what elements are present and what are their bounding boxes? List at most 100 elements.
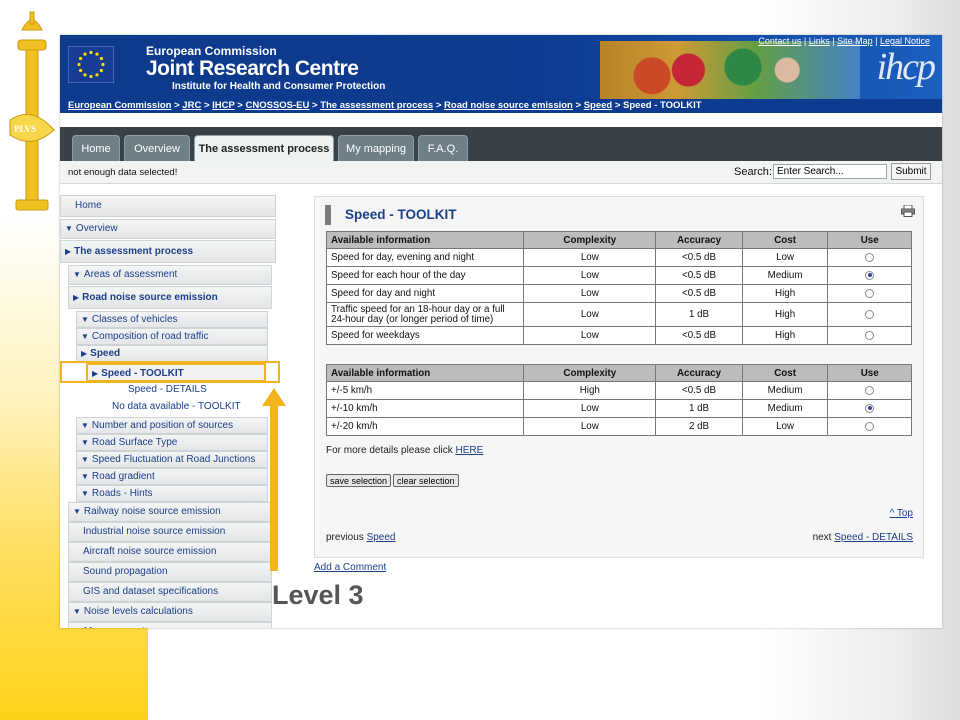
sidebar-item[interactable]: ▼ Areas of assessment (68, 265, 272, 285)
use-radio[interactable] (865, 421, 875, 431)
title-accent-bar (325, 205, 331, 225)
table-cell-info: Speed for day, evening and night (325, 248, 525, 267)
tab-home[interactable]: Home (72, 135, 120, 161)
sidebar-item[interactable]: Industrial noise source emission (68, 522, 272, 542)
top-link[interactable]: Links (809, 36, 830, 46)
use-radio[interactable] (865, 385, 875, 395)
breadcrumb-item[interactable]: The assessment process (320, 100, 433, 111)
banner-line-2: Joint Research Centre (146, 57, 359, 80)
table-cell-complexity: Low (523, 326, 657, 345)
sidebar-item[interactable]: ▼ Road gradient (76, 468, 268, 485)
up-arrow-icon (262, 388, 286, 571)
sidebar-item[interactable]: ▶ The assessment process (60, 240, 276, 263)
sidebar-item[interactable]: ▼ Road Surface Type (76, 434, 268, 451)
printer-icon[interactable] (901, 205, 915, 217)
breadcrumb-item[interactable]: Road noise source emission (444, 100, 573, 111)
table-row: +/-5 km/h High <0.5 dB Medium (325, 381, 912, 400)
tab-overview[interactable]: Overview (124, 135, 190, 161)
sidebar-item[interactable]: ▼ Noise levels calculations (68, 602, 272, 622)
caret-right-icon: ▶ (65, 247, 72, 256)
search-input[interactable] (773, 164, 887, 179)
table-cell-accuracy: <0.5 dB (655, 326, 743, 345)
ihcp-logo: ihcp (876, 46, 936, 88)
eu-star (99, 56, 103, 61)
sidebar-item-label: Aircraft noise source emission (83, 546, 217, 557)
sidebar-item[interactable]: ▼ Roads - Hints (76, 485, 268, 502)
sidebar-item[interactable]: ▶ Road noise source emission (68, 286, 272, 309)
sidebar-menu: Home ▼ Overview ▶ The assessment process ▼ Are… (60, 195, 290, 628)
sidebar-item[interactable]: Aircraft noise source emission (68, 542, 272, 562)
caret-down-icon: ▼ (73, 607, 81, 616)
sidebar-item[interactable]: ▶ Speed (76, 345, 268, 362)
eu-flag-icon (68, 46, 114, 83)
sidebar-item[interactable]: ▼ Classes of vehicles (76, 311, 268, 328)
tab-f-a-q[interactable]: F.A.Q. (418, 135, 468, 161)
table-cell-accuracy: <0.5 dB (655, 381, 743, 400)
status-message: not enough data selected! (68, 167, 178, 178)
breadcrumb: European Commission > JRC > IHCP > CNOSS… (60, 99, 942, 113)
table-cell-accuracy: 1 dB (655, 399, 743, 418)
breadcrumb-item[interactable]: Speed (584, 100, 613, 111)
eu-star (89, 50, 93, 55)
top-link[interactable]: Contact us (758, 36, 801, 46)
eu-star (89, 74, 93, 79)
sidebar-item[interactable]: ▼ Number and position of sources (76, 417, 268, 434)
sidebar-item[interactable]: ▼Measurements (68, 622, 272, 628)
eu-star (95, 73, 99, 77)
sidebar-item[interactable]: ▼ Overview (60, 219, 276, 239)
use-radio[interactable] (865, 330, 875, 340)
sidebar-item[interactable]: Home (60, 195, 276, 217)
sidebar-item[interactable]: ▼ Composition of road traffic (76, 328, 268, 345)
top-link[interactable]: Legal Notice (880, 36, 930, 46)
eu-star (83, 73, 87, 77)
table-cell-cost: Medium (741, 381, 829, 400)
table-cell-complexity: High (523, 381, 657, 400)
sidebar-item-label: Road Surface Type (91, 437, 178, 448)
sidebar-item-label: Railway noise source emission (83, 506, 221, 517)
table-cell-info: +/-10 km/h (325, 399, 525, 418)
previous-page-link[interactable]: Speed (367, 532, 396, 543)
caret-down-icon: ▼ (81, 421, 89, 430)
table-cell-cost: Medium (741, 399, 829, 418)
more-details-text: For more details please click HERE (326, 445, 483, 456)
breadcrumb-item[interactable]: IHCP (212, 100, 235, 111)
sidebar-item[interactable]: No data available - TOOLKIT (82, 399, 268, 417)
tab-my-mapping[interactable]: My mapping (338, 135, 414, 161)
back-to-top-link[interactable]: ^ Top (890, 508, 913, 519)
search-label: Search: (734, 166, 772, 178)
more-details-prefix: For more details please click (326, 445, 456, 456)
breadcrumb-item[interactable]: CNOSSOS-EU (246, 100, 310, 111)
clear-selection-button[interactable]: clear selection (393, 474, 459, 487)
use-radio[interactable] (865, 252, 875, 262)
sidebar-item-label: Road gradient (91, 471, 155, 482)
search-submit-button[interactable]: Submit (891, 163, 931, 180)
table-cell-complexity: Low (523, 248, 657, 267)
previous-prefix: previous (326, 532, 367, 543)
save-selection-button[interactable]: save selection (326, 474, 392, 487)
use-radio[interactable] (865, 288, 875, 298)
status-bar: not enough data selected! Search: Submit (60, 161, 942, 184)
table-cell-cost: High (741, 302, 829, 327)
use-radio[interactable] (865, 309, 875, 319)
sidebar-item[interactable]: ▼ Speed Fluctuation at Road Junctions (76, 451, 268, 468)
breadcrumb-item[interactable]: European Commission (68, 100, 171, 111)
tab-the-assessment-process[interactable]: The assessment process (194, 135, 334, 161)
add-comment-link[interactable]: Add a Comment (314, 562, 386, 573)
use-radio[interactable] (865, 403, 875, 413)
top-link[interactable]: Site Map (837, 36, 873, 46)
more-details-link[interactable]: HERE (456, 445, 484, 456)
sidebar-item[interactable]: Speed - DETAILS (98, 382, 266, 400)
banner-line-1: European Commission (146, 44, 277, 58)
sidebar-item[interactable]: ▼ Railway noise source emission (68, 502, 272, 522)
breadcrumb-item[interactable]: JRC (182, 100, 201, 111)
column-header: Available information (325, 231, 525, 249)
column-header: Accuracy (655, 231, 743, 249)
sidebar-item[interactable]: Sound propagation (68, 562, 272, 582)
use-radio[interactable] (865, 270, 875, 280)
sidebar-item-label: GIS and dataset specifications (83, 586, 219, 597)
caret-down-icon: ▼ (73, 623, 81, 628)
page-title-separator: - (385, 207, 398, 222)
table-cell-cost: Low (741, 417, 829, 436)
sidebar-item[interactable]: GIS and dataset specifications (68, 582, 272, 602)
next-page-link[interactable]: Speed - DETAILS (834, 532, 913, 543)
